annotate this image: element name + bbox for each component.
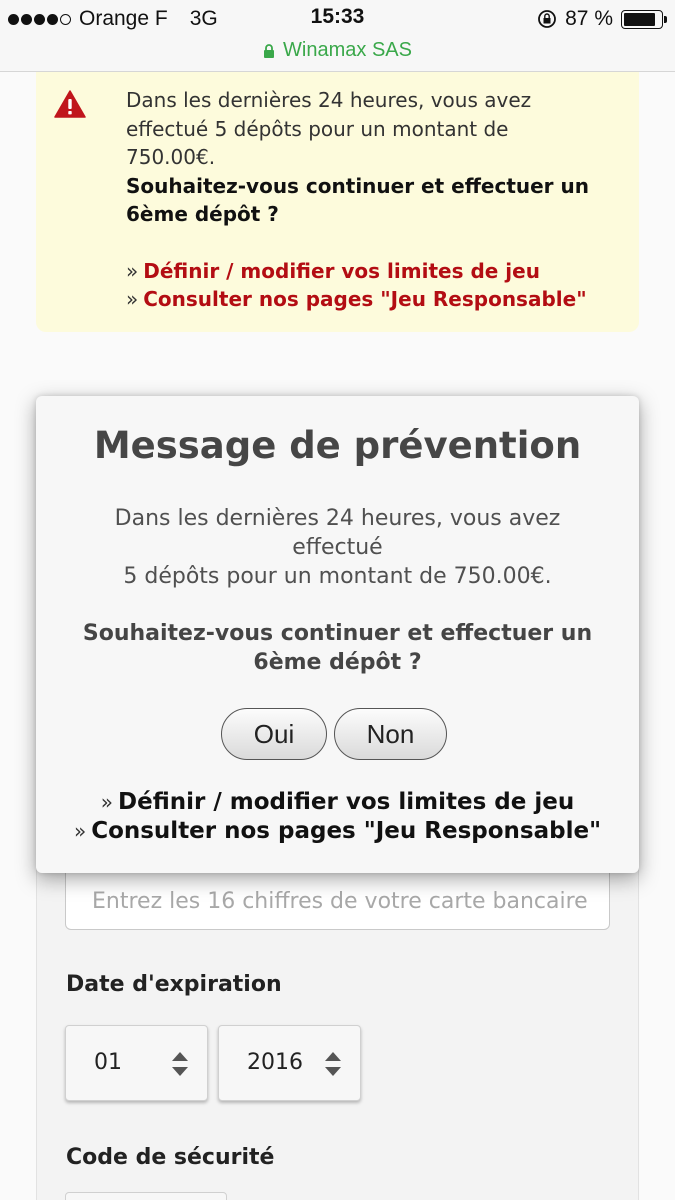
chevron: » xyxy=(126,287,139,311)
modal-set-limits-link[interactable]: » Définir / modifier vos limites de jeu xyxy=(36,789,639,815)
prevention-modal: Message de prévention Dans les dernières… xyxy=(36,396,639,873)
warning-triangle-icon xyxy=(54,90,86,118)
modal-question-line: Souhaitez-vous continuer et effectuer un xyxy=(82,621,593,646)
responsible-gaming-link-label: Consulter nos pages "Jeu Responsable" xyxy=(143,287,587,311)
modal-message-line: effectué xyxy=(292,535,383,560)
warning-message-line: effectué 5 dépôts pour un montant de xyxy=(126,116,509,141)
battery-level-fill xyxy=(624,12,656,26)
warning-text: Dans les dernières 24 heures, vous avez … xyxy=(126,86,626,314)
chevron: » xyxy=(126,258,139,283)
url-bar[interactable]: Winamax SAS xyxy=(0,36,675,64)
modal-message-line: 5 dépôts pour un montant de 750.00€. xyxy=(123,564,552,589)
modal-message-line: Dans les dernières 24 heures, vous avez xyxy=(114,506,561,531)
warning-message-line: Dans les dernières 24 heures, vous avez xyxy=(126,88,532,112)
security-code-input[interactable] xyxy=(65,1192,227,1200)
set-limits-link[interactable]: » Définir / modifier vos limites de jeu xyxy=(126,257,626,286)
battery-icon xyxy=(621,9,667,29)
security-code-label: Code de sécurité xyxy=(66,1145,275,1170)
no-button[interactable]: Non xyxy=(334,708,447,760)
status-right: 87 % xyxy=(537,6,667,32)
status-bar: Orange F 3G 15:33 87 % Winamax SAS xyxy=(0,0,675,72)
modal-set-limits-link-label: Définir / modifier vos limites de jeu xyxy=(118,789,575,815)
chevron: » xyxy=(73,819,87,843)
up-down-arrows-icon xyxy=(325,1052,341,1076)
modal-question-line: 6ème dépôt ? xyxy=(253,650,422,675)
set-limits-link-label: Définir / modifier vos limites de jeu xyxy=(143,258,540,283)
modal-title: Message de prévention xyxy=(93,424,582,467)
battery-percent: 87 % xyxy=(565,7,613,30)
expiration-year-value: 2016 xyxy=(247,1050,303,1075)
expiration-month-select[interactable]: 01 xyxy=(65,1025,208,1101)
expiration-year-select[interactable]: 2016 xyxy=(218,1025,361,1101)
warning-message-line: 750.00€. xyxy=(126,145,216,169)
modal-responsible-gaming-link-label: Consulter nos pages "Jeu Responsable" xyxy=(91,818,602,844)
up-down-arrows-icon xyxy=(172,1052,188,1076)
url-text: Winamax SAS xyxy=(283,38,412,61)
chevron: » xyxy=(100,790,114,814)
warning-question-line: 6ème dépôt ? xyxy=(126,202,279,226)
expiration-label: Date d'expiration xyxy=(66,972,282,997)
lock-icon xyxy=(264,44,275,58)
expiration-month-value: 01 xyxy=(94,1050,122,1075)
deposit-warning-box: Dans les dernières 24 heures, vous avez … xyxy=(36,72,639,332)
warning-links: » Définir / modifier vos limites de jeu »… xyxy=(126,257,626,314)
responsible-gaming-link[interactable]: » Consulter nos pages "Jeu Responsable" xyxy=(126,285,626,314)
orientation-lock-icon xyxy=(538,10,557,28)
warning-question-line: Souhaitez-vous continuer et effectuer un xyxy=(126,173,589,198)
yes-button[interactable]: Oui xyxy=(221,708,327,760)
modal-responsible-gaming-link[interactable]: » Consulter nos pages "Jeu Responsable" xyxy=(36,818,639,844)
